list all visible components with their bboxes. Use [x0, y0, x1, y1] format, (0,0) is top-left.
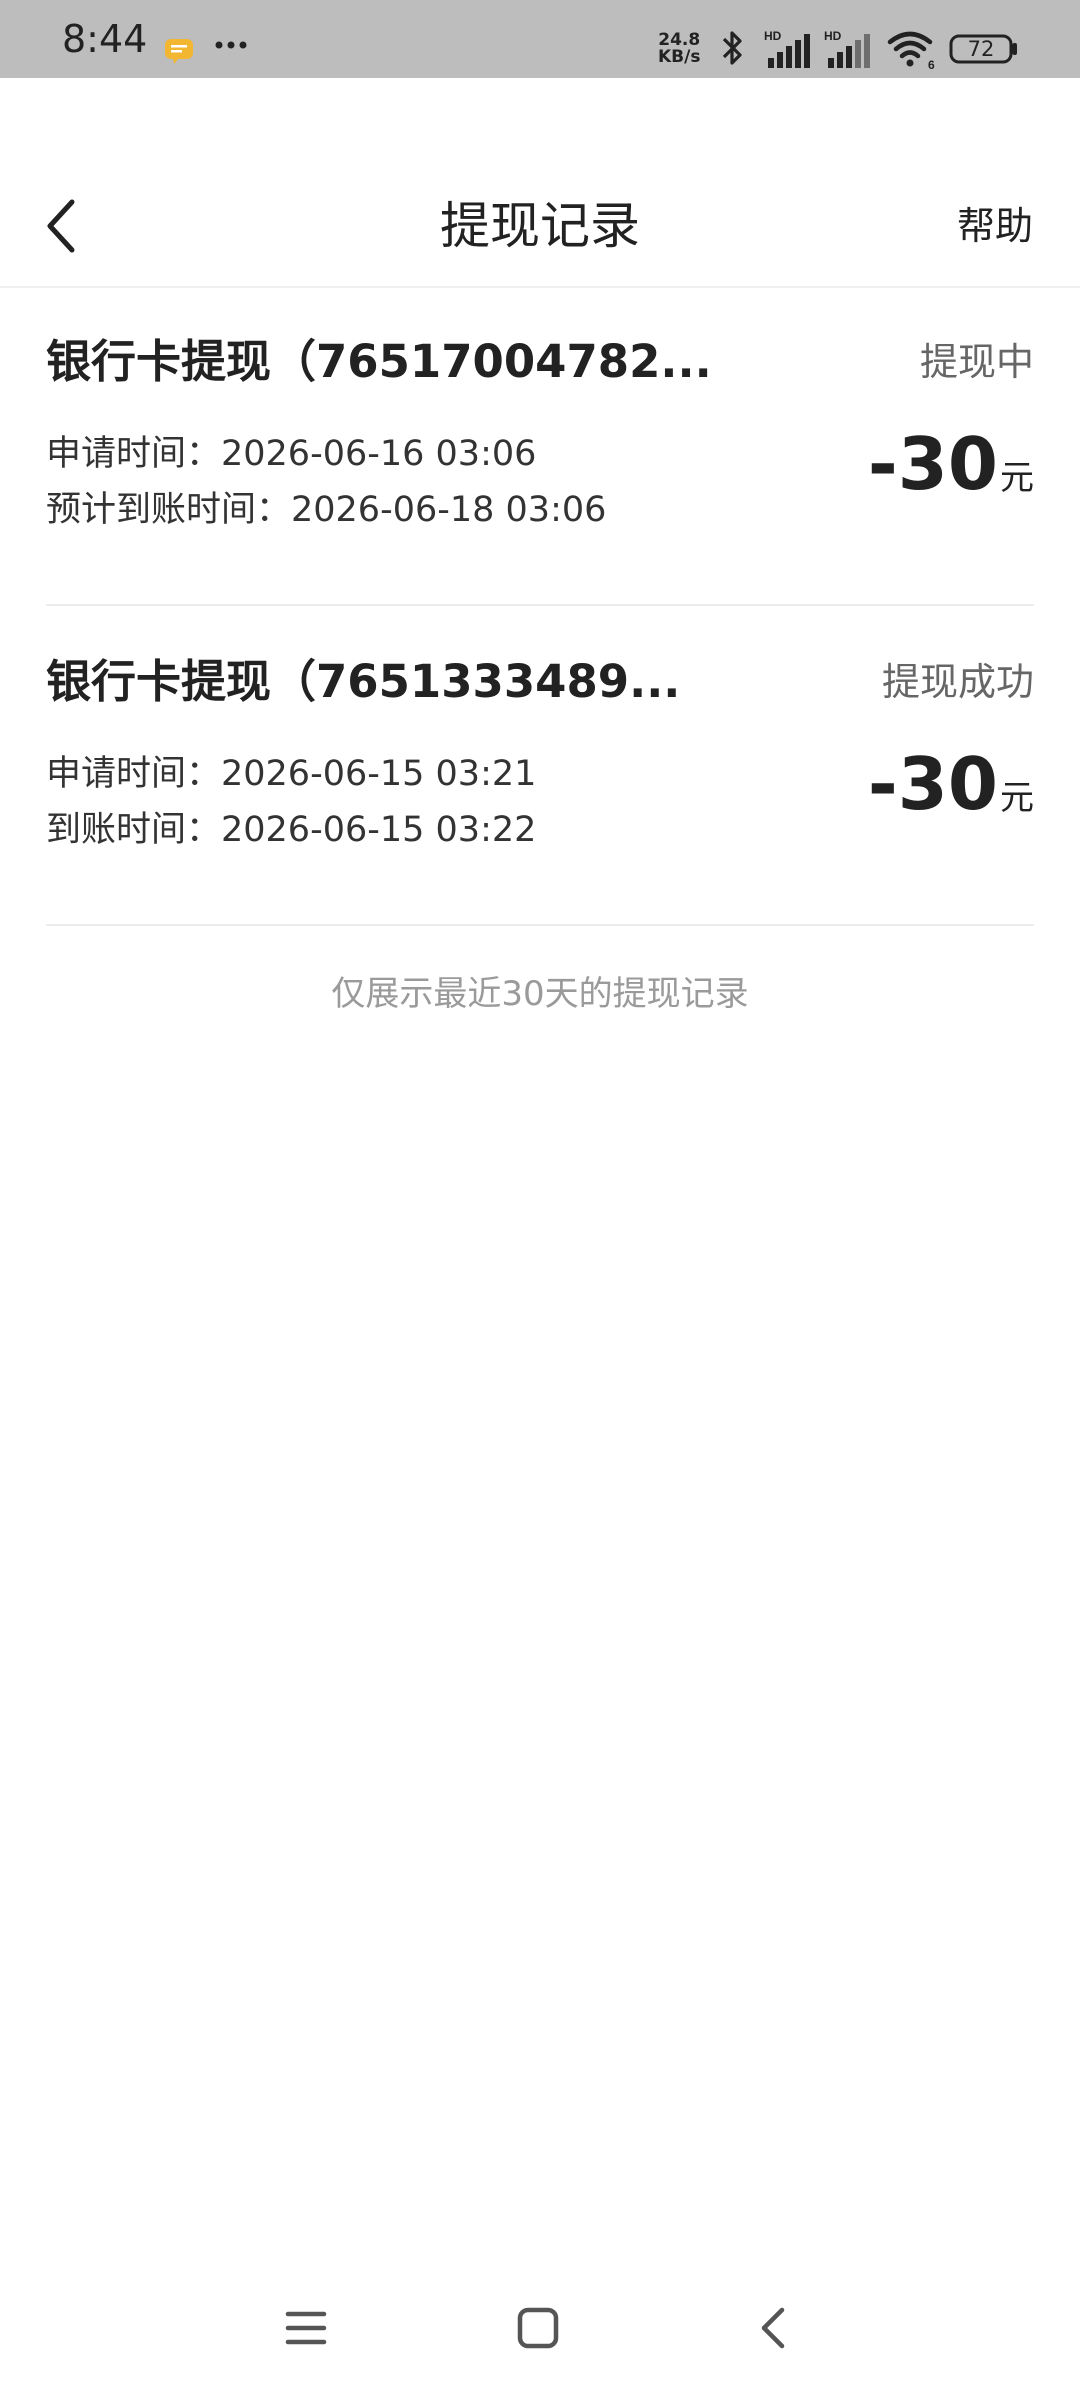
signal-hd-icon: HD: [824, 29, 870, 68]
more-dots-icon: [215, 41, 247, 49]
status-time: 8:44: [62, 17, 148, 61]
network-speed: 24.8 KB/s: [658, 32, 700, 66]
svg-text:HD: HD: [764, 29, 782, 43]
help-button[interactable]: 帮助: [957, 190, 1033, 262]
amount-unit: 元: [1000, 458, 1034, 498]
apply-time: 申请时间：2026-06-16 03:06: [46, 434, 537, 474]
page-title: 提现记录: [440, 197, 640, 255]
amount-unit: 元: [1000, 778, 1034, 818]
apply-time: 申请时间：2026-06-15 03:21: [46, 754, 537, 794]
header-bar: 提现记录 帮助: [0, 78, 1080, 288]
footer-note: 仅展示最近30天的提现记录: [331, 974, 749, 1014]
amount-value: -30: [867, 422, 998, 506]
amount-value: -30: [867, 742, 998, 826]
record-title: 银行卡提现（7651333489...: [46, 655, 681, 708]
svg-text:6: 6: [928, 58, 935, 70]
wifi-icon: 6: [887, 31, 935, 70]
record-title: 银行卡提现（76517004782...: [46, 335, 712, 388]
menu-icon[interactable]: [282, 2304, 330, 2352]
record-amount: -30元: [868, 744, 1034, 844]
svg-text:HD: HD: [824, 29, 842, 43]
network-speed-unit: KB/s: [658, 47, 701, 67]
message-icon: [165, 39, 193, 64]
bluetooth-icon: [722, 31, 742, 65]
withdrawal-record[interactable]: 银行卡提现（7651333489... 提现成功 申请时间：2026-06-15…: [46, 606, 1034, 926]
signal-hd-icon: HD: [764, 29, 810, 68]
status-bar: 8:44 24.8 KB/s HD HD 6 72: [0, 0, 1080, 78]
withdrawal-record[interactable]: 银行卡提现（76517004782... 提现中 申请时间：2026-06-16…: [46, 286, 1034, 606]
arrival-time: 到账时间：2026-06-15 03:22: [46, 810, 537, 850]
record-status: 提现成功: [881, 660, 1034, 704]
back-triangle-icon[interactable]: [750, 2304, 798, 2352]
record-status: 提现中: [919, 340, 1034, 384]
record-amount: -30元: [868, 424, 1034, 524]
expected-arrival-time: 预计到账时间：2026-06-18 03:06: [46, 490, 607, 530]
home-square-icon[interactable]: [514, 2304, 562, 2352]
battery-level: 72: [967, 37, 995, 61]
